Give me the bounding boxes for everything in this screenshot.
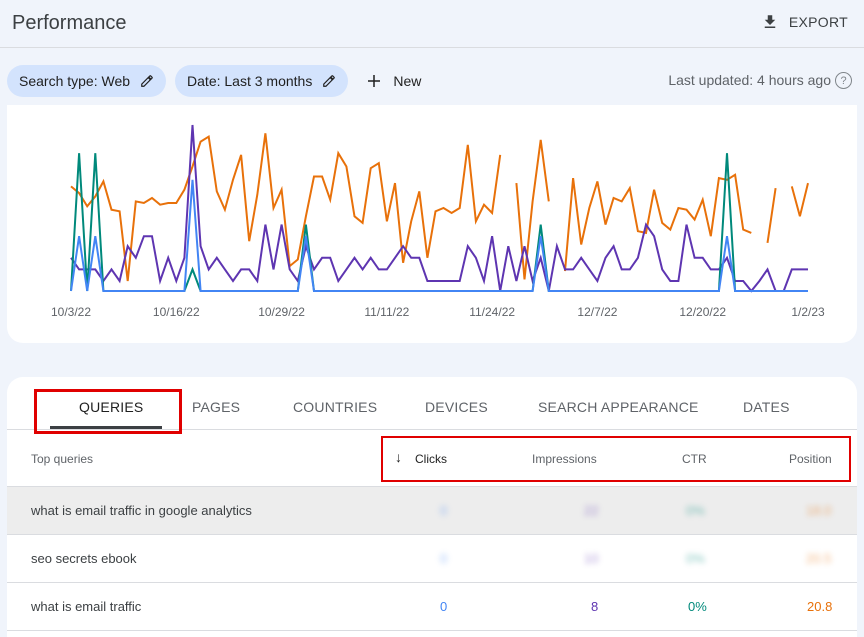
chip-label: Search type: Web bbox=[19, 73, 131, 89]
tab-devices[interactable]: DEVICES bbox=[425, 399, 488, 415]
x-tick-label: 11/24/22 bbox=[469, 305, 515, 319]
table-row[interactable]: what is email traffic 0 8 0% 20.8 bbox=[7, 583, 857, 631]
highlight-box-metrics bbox=[381, 436, 851, 482]
top-bar: Performance EXPORT bbox=[0, 0, 864, 48]
ctr-value: 0% bbox=[688, 599, 707, 614]
x-tick-label: 1/2/23 bbox=[791, 305, 825, 319]
filter-bar: Search type: Web Date: Last 3 months New bbox=[7, 65, 421, 97]
x-tick-label: 12/7/22 bbox=[577, 305, 617, 319]
ctr-value: 0% bbox=[686, 503, 705, 518]
header-top-queries: Top queries bbox=[31, 452, 94, 466]
ctr-value: 0% bbox=[686, 551, 705, 566]
chip-label: Date: Last 3 months bbox=[187, 73, 313, 89]
impressions-value: 22 bbox=[584, 503, 599, 518]
date-range-chip[interactable]: Date: Last 3 months bbox=[175, 65, 349, 97]
last-updated-text: Last updated: 4 hours ago bbox=[668, 72, 831, 88]
performance-chart: 10/3/22 10/16/22 10/29/22 11/11/22 11/24/22 1… bbox=[7, 105, 857, 343]
edit-pencil-icon bbox=[323, 75, 336, 87]
x-tick-label: 10/29/22 bbox=[258, 305, 305, 319]
data-table-card: QUERIES PAGES COUNTRIES DEVICES SEARCH A… bbox=[7, 377, 857, 637]
table-row[interactable]: seo secrets ebook 0 10 0% 20.5 bbox=[7, 535, 857, 583]
clicks-value: 0 bbox=[440, 599, 448, 614]
tab-search-appearance[interactable]: SEARCH APPEARANCE bbox=[538, 399, 699, 415]
query-text[interactable]: seo secrets ebook bbox=[31, 551, 137, 566]
impressions-value: 8 bbox=[591, 599, 599, 614]
plus-icon bbox=[368, 75, 381, 87]
help-icon[interactable]: ? bbox=[835, 72, 852, 89]
highlight-box-tab bbox=[34, 389, 182, 434]
series-line-position bbox=[70, 133, 809, 282]
position-value: 20.5 bbox=[806, 551, 832, 566]
series-line-ctr bbox=[70, 153, 808, 292]
table-header: Top queries ↓ Clicks Impressions CTR Pos… bbox=[7, 430, 857, 487]
page-title: Performance bbox=[12, 12, 127, 34]
x-tick-label: 10/16/22 bbox=[153, 305, 200, 319]
series-line-impressions bbox=[70, 124, 808, 293]
chart-svg: 10/3/22 10/16/22 10/29/22 11/11/22 11/24/22 1… bbox=[51, 124, 825, 319]
tab-pages[interactable]: PAGES bbox=[192, 399, 240, 415]
x-tick-label: 11/11/22 bbox=[364, 305, 409, 319]
download-icon bbox=[764, 15, 776, 28]
tab-dates[interactable]: DATES bbox=[743, 399, 790, 415]
export-label: EXPORT bbox=[788, 14, 848, 30]
new-label: New bbox=[393, 73, 422, 89]
impressions-value: 10 bbox=[584, 551, 599, 566]
edit-pencil-icon bbox=[141, 75, 153, 87]
dimension-tabs: QUERIES PAGES COUNTRIES DEVICES SEARCH A… bbox=[7, 377, 857, 434]
search-type-chip[interactable]: Search type: Web bbox=[7, 65, 167, 97]
x-tick-label: 12/20/22 bbox=[679, 305, 726, 319]
query-text[interactable]: what is email traffic bbox=[31, 599, 141, 614]
clicks-value: 0 bbox=[440, 503, 448, 518]
export-button[interactable]: EXPORT bbox=[761, 13, 848, 31]
position-value: 20.8 bbox=[807, 599, 833, 614]
position-value: 18.0 bbox=[806, 503, 832, 518]
clicks-value: 0 bbox=[440, 551, 448, 566]
tab-countries[interactable]: COUNTRIES bbox=[293, 399, 377, 415]
x-tick-label: 10/3/22 bbox=[51, 305, 91, 319]
table-row[interactable]: what is email traffic in google analytic… bbox=[7, 487, 857, 535]
query-text[interactable]: what is email traffic in google analytic… bbox=[31, 503, 252, 518]
new-filter-button[interactable]: New bbox=[357, 72, 421, 90]
series-line-clicks bbox=[70, 179, 808, 292]
